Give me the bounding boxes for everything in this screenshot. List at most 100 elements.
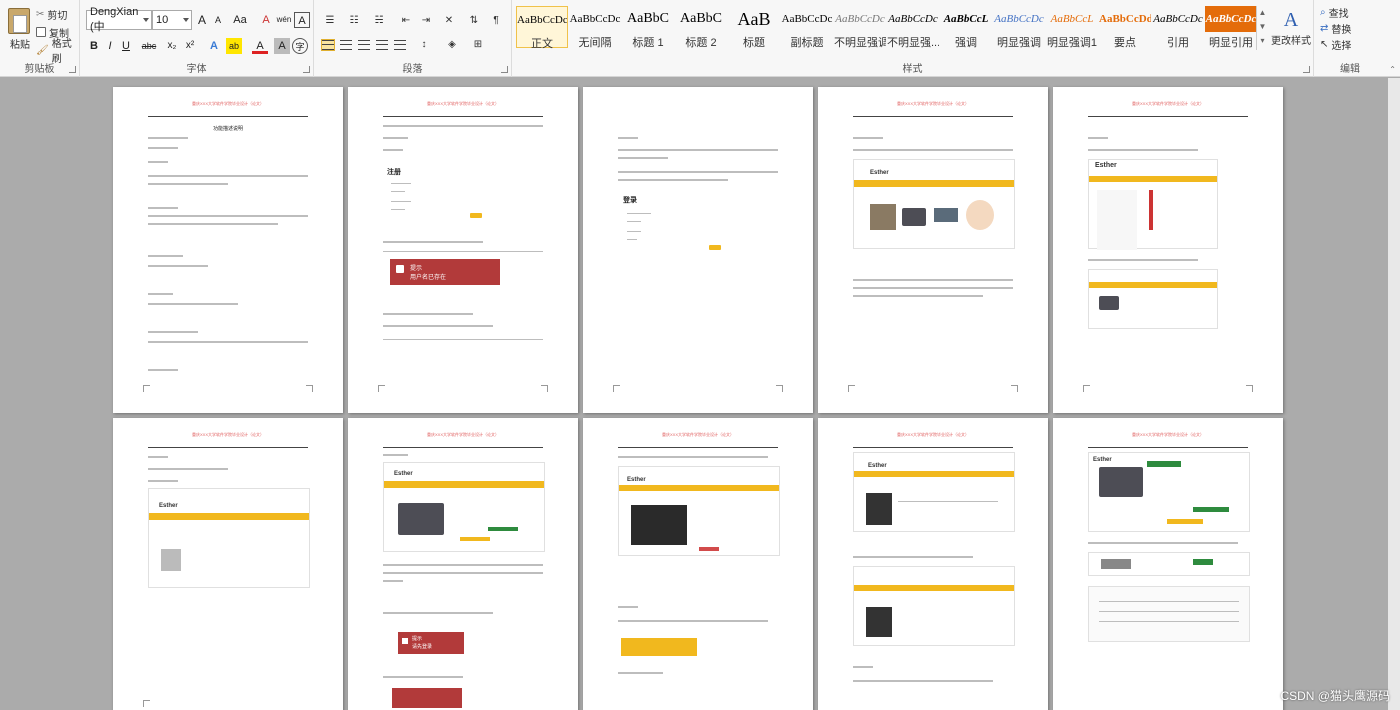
style-3[interactable]: AaBbC 标题 1 bbox=[622, 6, 674, 49]
style-13[interactable]: AaBbCcDc 引用 bbox=[1152, 6, 1204, 49]
vertical-scrollbar[interactable] bbox=[1388, 78, 1400, 710]
grow-font-button[interactable]: A bbox=[194, 12, 210, 28]
header-rule bbox=[1088, 116, 1248, 117]
sort-button[interactable]: ⇅ bbox=[466, 12, 482, 28]
replace-button[interactable]: ⇄ 替换 bbox=[1320, 20, 1351, 36]
bold-button[interactable]: B bbox=[86, 38, 102, 54]
indent-icon: ⇥ bbox=[421, 14, 431, 26]
chinese-layout-button[interactable]: ✕ bbox=[438, 12, 460, 28]
nav-bar-image bbox=[619, 485, 779, 491]
style-12[interactable]: AaBbCcDd 要点 bbox=[1099, 6, 1151, 49]
style-8[interactable]: AaBbCcDc 不明显强... bbox=[887, 6, 939, 49]
header-rule bbox=[383, 447, 543, 448]
text-line bbox=[148, 223, 278, 225]
font-size-combo[interactable]: 10 bbox=[152, 10, 192, 30]
user-center-screenshot: Esther bbox=[853, 452, 1015, 532]
show-marks-button[interactable]: ¶ bbox=[488, 12, 504, 28]
enclose-char-button[interactable]: 字 bbox=[292, 38, 308, 54]
cut-button[interactable]: ✂ 剪切 bbox=[36, 6, 67, 22]
font-name-combo[interactable]: DengXian (中 bbox=[86, 6, 152, 33]
style-1[interactable]: AaBbCcDc 正文 bbox=[516, 6, 568, 50]
char-border-button[interactable]: A bbox=[294, 12, 310, 28]
strikethrough-button[interactable]: abc bbox=[138, 38, 160, 54]
paste-button[interactable]: 粘贴 bbox=[2, 2, 34, 52]
scissors-icon: ✂ bbox=[36, 8, 45, 20]
char-shading-button[interactable]: A bbox=[274, 38, 290, 54]
collapse-ribbon-icon[interactable]: ⌃ bbox=[1389, 65, 1396, 74]
shrink-font-button[interactable]: A bbox=[210, 12, 226, 28]
field-label bbox=[627, 213, 651, 214]
chevron-down-icon[interactable]: ▼ bbox=[1257, 20, 1268, 34]
outdent-icon: ⇤ bbox=[401, 14, 411, 26]
text-line bbox=[148, 331, 198, 333]
text-line bbox=[383, 125, 543, 127]
find-button[interactable]: ⌕ 查找 bbox=[1320, 4, 1349, 20]
line-spacing-button[interactable]: ↕ bbox=[414, 36, 434, 52]
clear-format-button[interactable]: A bbox=[258, 12, 274, 28]
product-photo bbox=[161, 549, 181, 571]
align-left-button[interactable] bbox=[321, 39, 335, 51]
change-case-button[interactable]: Aa bbox=[230, 12, 250, 28]
numbering-button[interactable]: ☷ bbox=[344, 12, 364, 28]
highlight-button[interactable]: ab bbox=[226, 38, 242, 54]
ribbon: 粘贴 ✂ 剪切 复制 🖌 格式刷 剪贴板 DengXian (中 10 A A … bbox=[0, 0, 1400, 77]
style-10[interactable]: AaBbCcDc 明显强调 bbox=[993, 6, 1045, 49]
align-right-button[interactable] bbox=[358, 40, 370, 50]
text-line bbox=[853, 279, 1013, 281]
nav-bar-image bbox=[149, 513, 309, 520]
subscript-button[interactable]: x₂ bbox=[164, 38, 180, 54]
paragraph-launcher-icon[interactable] bbox=[501, 66, 508, 73]
style-14[interactable]: AaBbCcDc 明显引用 bbox=[1205, 6, 1257, 49]
superscript-button[interactable]: x² bbox=[182, 38, 198, 54]
brand-logo: Esther bbox=[870, 170, 889, 176]
page-2: 重庆XXX大学软件学院毕业设计（论文） 注册 提示 用户名已存在 bbox=[348, 87, 578, 413]
text-effects-button[interactable]: A bbox=[206, 38, 222, 54]
underline-button[interactable]: U bbox=[118, 38, 134, 54]
page-header: 重庆XXX大学软件学院毕业设计（论文） bbox=[1131, 101, 1204, 106]
header-rule bbox=[148, 447, 308, 448]
phone-detail-screenshot: Esther bbox=[618, 466, 780, 556]
field-label bbox=[627, 231, 641, 232]
style-9[interactable]: AaBbCcL 强调 bbox=[940, 6, 992, 49]
bullets-button[interactable]: ☰ bbox=[320, 12, 340, 28]
text-line bbox=[148, 147, 178, 149]
style-name: 引用 bbox=[1167, 37, 1189, 49]
change-styles-button[interactable]: A 更改样式 bbox=[1270, 4, 1312, 52]
text-line bbox=[853, 295, 983, 297]
chevron-up-icon[interactable]: ▲ bbox=[1257, 6, 1268, 20]
phonetic-guide-button[interactable]: wén bbox=[276, 12, 292, 28]
header-rule bbox=[148, 116, 308, 117]
styles-launcher-icon[interactable] bbox=[1303, 66, 1310, 73]
watermark: CSDN @猫头鹰源码 bbox=[1280, 689, 1390, 703]
italic-button[interactable]: I bbox=[102, 38, 118, 54]
paragraph-shading-button[interactable]: ◈ bbox=[442, 36, 462, 52]
style-6[interactable]: AaBbCcDc 副标题 bbox=[781, 6, 833, 49]
chevron-down-icon bbox=[143, 18, 149, 22]
borders-button[interactable]: ⊞ bbox=[468, 36, 488, 52]
style-sample: AaBbCcDc bbox=[781, 13, 833, 25]
align-center-button[interactable] bbox=[340, 40, 352, 50]
multilevel-list-button[interactable]: ☵ bbox=[368, 12, 390, 28]
justify-button[interactable] bbox=[376, 40, 388, 50]
login-title: 登录 bbox=[623, 197, 637, 204]
font-color-button[interactable]: A bbox=[252, 38, 268, 54]
format-painter-button[interactable]: 🖌 格式刷 bbox=[36, 39, 79, 65]
style-5[interactable]: AaB 标题 bbox=[728, 6, 780, 49]
text-line bbox=[148, 255, 183, 257]
font-launcher-icon[interactable] bbox=[303, 66, 310, 73]
clipboard-launcher-icon[interactable] bbox=[69, 66, 76, 73]
more-icon[interactable]: ▾ bbox=[1257, 34, 1268, 48]
document-canvas[interactable]: 重庆XXX大学软件学院毕业设计（论文） 功能描述说明 重庆XXX大学软件学院毕业… bbox=[0, 78, 1400, 710]
styles-gallery-scroll[interactable]: ▲ ▼ ▾ bbox=[1256, 6, 1268, 50]
style-4[interactable]: AaBbC 标题 2 bbox=[675, 6, 727, 49]
increase-indent-button[interactable]: ⇥ bbox=[418, 12, 434, 28]
decrease-indent-button[interactable]: ⇤ bbox=[398, 12, 414, 28]
style-2[interactable]: AaBbCcDc 无间隔 bbox=[569, 6, 621, 49]
select-button[interactable]: ↖ 选择 bbox=[1320, 36, 1351, 52]
distribute-button[interactable] bbox=[394, 40, 406, 50]
style-name: 明显引用 bbox=[1209, 37, 1253, 49]
text-line bbox=[148, 161, 168, 163]
style-7[interactable]: AaBbCcDc 不明显强调 bbox=[834, 6, 886, 49]
style-11[interactable]: AaBbCcL 明显强调1 bbox=[1046, 6, 1098, 49]
alert-message: 请先登录 bbox=[412, 644, 433, 650]
